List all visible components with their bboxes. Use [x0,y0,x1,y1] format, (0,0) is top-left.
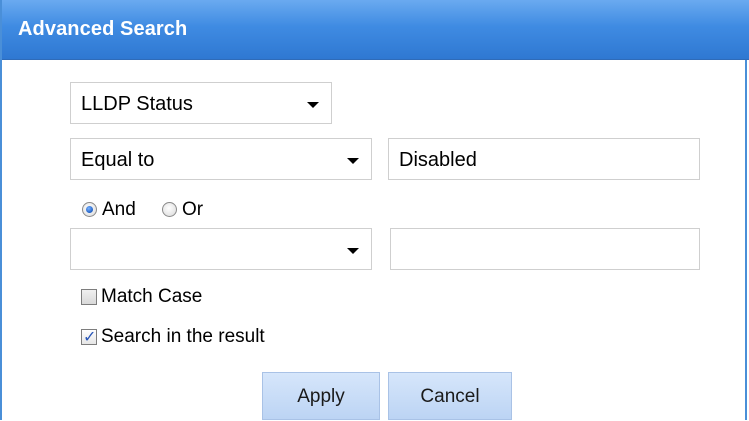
operator-select-1-value: Equal to [81,149,155,171]
apply-button[interactable]: Apply [262,372,380,420]
dialog-title: Advanced Search [18,18,188,40]
operator-select-2[interactable] [70,228,372,270]
field-select[interactable]: LLDP Status [70,82,332,124]
match-case-checkbox[interactable] [81,289,97,305]
and-radio-label: And [102,199,136,220]
advanced-search-dialog: Advanced Search LLDP Status Equal to Dis… [0,0,749,420]
cancel-button[interactable]: Cancel [388,372,512,420]
value-input-1[interactable]: Disabled [388,138,700,180]
or-radio-label: Or [182,199,204,220]
chevron-down-icon [347,248,359,254]
dialog-titlebar[interactable]: Advanced Search [2,0,749,60]
value-input-2[interactable] [390,228,700,270]
checkmark-icon: ✓ [83,329,97,346]
search-in-result-label: Search in the result [101,326,265,347]
chevron-down-icon [347,158,359,164]
or-radio[interactable] [162,202,177,217]
field-select-value: LLDP Status [81,93,193,115]
chevron-down-icon [307,102,319,108]
and-radio[interactable] [82,202,97,217]
search-in-result-checkbox[interactable]: ✓ [81,329,97,346]
match-case-label: Match Case [101,286,203,307]
value-input-1-text: Disabled [399,149,477,171]
operator-select-1[interactable]: Equal to [70,138,372,180]
